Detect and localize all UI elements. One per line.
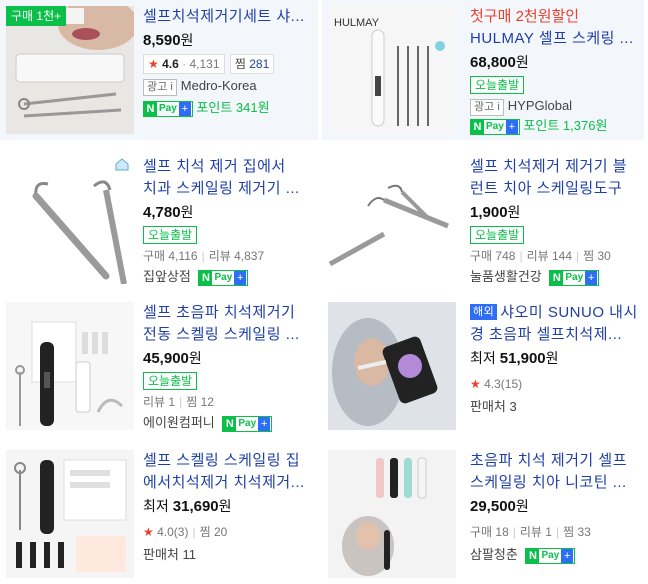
info-icon: i <box>170 81 173 93</box>
product-price: 최저 31,690원 <box>143 498 232 515</box>
meta-row: 구매 748 | 리뷰 144 | 찜 30 <box>470 249 611 263</box>
product-title-line2[interactable]: 스케일링 치아 니코틴 ... <box>470 472 642 494</box>
npay-badge: N Pay + <box>549 269 600 286</box>
product-image[interactable] <box>6 450 134 578</box>
rating-row: ★ 4.0(3) | 찜 20 <box>143 525 228 539</box>
seller-row: 삼팔청춘 N Pay + <box>470 545 642 565</box>
seller-row: 광고 i HYPGlobal <box>470 96 642 116</box>
point-row: N Pay + 포인트 341원 <box>143 98 316 118</box>
product-price: 45,900원 <box>143 350 202 367</box>
product-title-line1[interactable]: 셀프 초음파 치석제거기 <box>143 302 316 324</box>
product-title-line2[interactable]: 전동 스켈링 스케일링 ... <box>143 324 316 346</box>
product-card-5[interactable]: 셀프 초음파 치석제거기 전동 스켈링 스케일링 ... 45,900원 오늘출… <box>0 296 318 436</box>
star-icon: ★ <box>148 57 159 71</box>
product-title[interactable]: 셀프치석제거기세트 샤... <box>143 6 316 28</box>
product-image[interactable] <box>328 450 456 578</box>
product-card-7[interactable]: 셀프 스켈링 스케일링 집 에서치석제거 치석제거... 최저 31,690원 ★… <box>0 444 318 584</box>
product-price: 4,780원 <box>143 204 194 221</box>
product-image[interactable] <box>328 156 456 284</box>
arrival-badge: 오늘출발 <box>143 226 198 244</box>
rating-box: ★ 4.6 · 4,131 <box>143 54 225 74</box>
purchase-badge: 구매 1천+ <box>6 6 67 26</box>
seller-count[interactable]: 판매처 3 <box>470 397 642 417</box>
seller-row: 에이원컴퍼니 N Pay + <box>143 413 316 433</box>
product-title-line1[interactable]: 셀프 스켈링 스케일링 집 <box>143 450 316 472</box>
product-price: 최저 51,900원 <box>470 350 559 367</box>
seller-row: 집앞상점 N Pay + <box>143 267 316 287</box>
promo-text: 첫구매 2천원할인 <box>470 8 580 25</box>
meta-row: 구매 18 | 리뷰 1 | 찜 33 <box>470 525 591 539</box>
seller-name[interactable]: 에이원컴퍼니 <box>143 415 215 430</box>
ad-tag[interactable]: 광고 i <box>143 79 177 96</box>
product-price: 8,590원 <box>143 32 194 49</box>
point-text: 포인트 1,376원 <box>523 118 608 133</box>
arrival-badge: 오늘출발 <box>470 226 525 244</box>
product-price: 1,900원 <box>470 204 521 221</box>
product-title-line2[interactable]: 에서치석제거 치석제거... <box>143 472 316 494</box>
npay-badge: N Pay + <box>198 269 249 286</box>
meta-row: 구매 4,116 | 리뷰 4,837 <box>143 249 265 263</box>
zzim-box[interactable]: 찜 281 <box>229 54 275 74</box>
seller-name[interactable]: 눌품생활건강 <box>470 269 542 284</box>
npay-badge: N Pay + <box>470 118 520 135</box>
seller-name[interactable]: HYPGlobal <box>508 98 572 113</box>
seller-row: 광고 i Medro-Korea <box>143 76 316 96</box>
product-card-6[interactable]: 해외 샤오미 SUNUO 내시 경 초음파 셀프치석제... 최저 51,900원 … <box>322 296 644 436</box>
point-row: N Pay + 포인트 1,376원 <box>470 116 642 136</box>
seller-count[interactable]: 판매처 11 <box>143 545 316 565</box>
overseas-badge: 해외 <box>470 304 498 320</box>
product-image[interactable]: 구매 1천+ <box>6 6 134 134</box>
product-price: 29,500원 <box>470 498 529 515</box>
product-title[interactable]: HULMAY 셀프 스케링 ... <box>470 28 642 50</box>
point-text: 포인트 341원 <box>196 100 270 115</box>
product-image[interactable] <box>328 302 456 430</box>
ad-tag[interactable]: 광고 i <box>470 99 504 116</box>
product-title-line2[interactable]: 치과 스케일링 제거기 ... <box>143 178 316 200</box>
product-card-3[interactable]: 셀프 치석 제거 집에서 치과 스케일링 제거기 ... 4,780원 오늘출발… <box>0 150 318 290</box>
product-image[interactable] <box>6 156 134 284</box>
product-title-line1[interactable]: 셀프 치석 제거 집에서 <box>143 156 316 178</box>
product-card-8[interactable]: 초음파 치석 제거기 셀프 스케일링 치아 니코틴 ... 29,500원 구매… <box>322 444 644 584</box>
product-title-line2[interactable]: 런트 치아 스케일링도구 <box>470 178 642 200</box>
arrival-badge: 오늘출발 <box>470 76 525 94</box>
npay-badge: N Pay + <box>143 100 193 117</box>
rating-row: ★ 4.6 · 4,131 찜 281 <box>143 54 316 74</box>
meta-row: 리뷰 1 | 찜 12 <box>143 395 214 409</box>
star-icon: ★ <box>470 377 481 391</box>
product-title-line2[interactable]: 경 초음파 셀프치석제... <box>470 324 642 346</box>
product-card-1[interactable]: 구매 1천+ 셀프치석제거기세트 샤... 8,590원 ★ 4.6 · 4,1… <box>0 0 318 140</box>
rating-row: ★ 4.3(15) <box>470 377 523 391</box>
product-price: 68,800원 <box>470 54 529 71</box>
arrival-badge: 오늘출발 <box>143 372 198 390</box>
info-icon: i <box>497 101 500 113</box>
seller-name[interactable]: 삼팔청춘 <box>470 547 518 562</box>
seller-name[interactable]: Medro-Korea <box>181 78 257 93</box>
seller-row: 눌품생활건강 N Pay + <box>470 267 642 287</box>
product-title-line1[interactable]: 셀프 치석제거 제거기 블 <box>470 156 642 178</box>
brand-logo: HULMAY <box>334 17 380 29</box>
product-title-line1[interactable]: 초음파 치석 제거기 셀프 <box>470 450 642 472</box>
product-title-line1[interactable]: 해외 샤오미 SUNUO 내시 <box>470 302 642 324</box>
product-card-2[interactable]: HULMAY 첫구매 2천원할인 HULMAY 셀프 스케링 ... 68,80… <box>322 0 644 140</box>
npay-badge: N Pay + <box>525 547 576 564</box>
product-image[interactable] <box>6 302 134 430</box>
npay-badge: N Pay + <box>222 415 273 432</box>
star-icon: ★ <box>143 525 154 539</box>
product-card-4[interactable]: 셀프 치석제거 제거기 블 런트 치아 스케일링도구 1,900원 오늘출발 구… <box>322 150 644 290</box>
seller-name[interactable]: 집앞상점 <box>143 269 191 284</box>
product-image[interactable]: HULMAY <box>328 6 456 134</box>
